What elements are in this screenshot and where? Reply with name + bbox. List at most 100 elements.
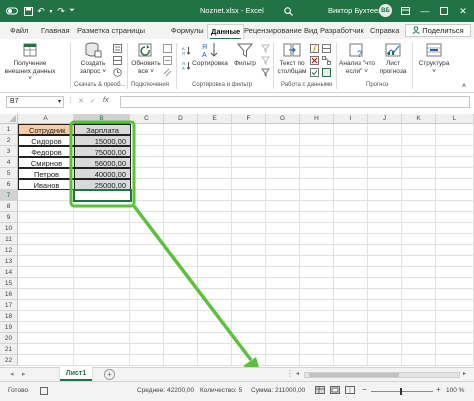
row-header[interactable]: 9: [0, 212, 18, 223]
what-if-analysis-button[interactable]: ? Анализ "что если" ˅: [338, 41, 376, 75]
grid-cell[interactable]: [334, 179, 368, 190]
grid-cell[interactable]: [232, 234, 266, 245]
scroll-left-icon[interactable]: ◂: [296, 370, 299, 377]
close-icon[interactable]: ✕: [456, 4, 470, 18]
grid-cell[interactable]: [232, 278, 266, 289]
grid-cell[interactable]: [74, 344, 130, 355]
grid-cell[interactable]: [368, 322, 402, 333]
grid-cell[interactable]: [436, 278, 474, 289]
grid-cell[interactable]: [198, 311, 232, 322]
grid-cell[interactable]: [368, 278, 402, 289]
grid-cell[interactable]: [368, 289, 402, 300]
grid-cell[interactable]: [130, 124, 164, 135]
grid-cell[interactable]: [436, 157, 474, 168]
grid-cell[interactable]: [130, 333, 164, 344]
grid-cell[interactable]: [74, 256, 130, 267]
grid-cell[interactable]: [266, 201, 300, 212]
grid-cell[interactable]: [368, 333, 402, 344]
grid-cell[interactable]: [368, 300, 402, 311]
grid-cell[interactable]: [436, 333, 474, 344]
grid-cell[interactable]: [198, 322, 232, 333]
grid-cell[interactable]: [300, 124, 334, 135]
grid-cell[interactable]: [130, 289, 164, 300]
grid-cell[interactable]: [368, 190, 402, 201]
flash-fill-icon[interactable]: [310, 44, 319, 53]
grid-cell[interactable]: [334, 190, 368, 201]
sort-ascending-icon[interactable]: AЯ: [182, 46, 191, 56]
function-icon[interactable]: fx: [103, 97, 108, 104]
grid-cell[interactable]: [368, 201, 402, 212]
grid-cell[interactable]: [436, 234, 474, 245]
grid-cell[interactable]: [368, 256, 402, 267]
grid-cell[interactable]: [266, 190, 300, 201]
column-header-e[interactable]: E: [198, 114, 232, 124]
grid-cell[interactable]: [232, 124, 266, 135]
grid-cell[interactable]: [436, 267, 474, 278]
column-header-a[interactable]: A: [18, 114, 74, 124]
grid-cell[interactable]: [130, 256, 164, 267]
grid-cell[interactable]: [334, 201, 368, 212]
grid-cell[interactable]: [334, 256, 368, 267]
grid-cell[interactable]: [402, 157, 436, 168]
column-header-g[interactable]: G: [266, 114, 300, 124]
grid-cell[interactable]: [18, 256, 74, 267]
grid-cell[interactable]: [368, 212, 402, 223]
grid-cell[interactable]: [266, 157, 300, 168]
grid-cell[interactable]: [198, 168, 232, 179]
plus-icon[interactable]: +: [104, 369, 115, 380]
row-header[interactable]: 12: [0, 245, 18, 256]
grid-cell[interactable]: [164, 256, 198, 267]
grid-cell[interactable]: [130, 300, 164, 311]
grid-cell[interactable]: [436, 300, 474, 311]
grid-cell[interactable]: [198, 300, 232, 311]
grid-cell[interactable]: [130, 201, 164, 212]
row-header[interactable]: 16: [0, 289, 18, 300]
grid-cell[interactable]: [402, 267, 436, 278]
grid-cell[interactable]: [368, 223, 402, 234]
grid-cell[interactable]: [198, 212, 232, 223]
grid-cell[interactable]: [266, 234, 300, 245]
grid-cell[interactable]: [300, 245, 334, 256]
grid-cell[interactable]: [232, 267, 266, 278]
grid-cell[interactable]: [164, 124, 198, 135]
column-header-j[interactable]: J: [368, 114, 402, 124]
grid-cell[interactable]: [300, 289, 334, 300]
grid-cell[interactable]: [130, 278, 164, 289]
grid-cell[interactable]: [232, 212, 266, 223]
grid-cell[interactable]: [232, 256, 266, 267]
grid-cell[interactable]: [334, 322, 368, 333]
zoom-slider[interactable]: [371, 388, 433, 395]
status-count[interactable]: Количество: 5: [200, 387, 242, 394]
row-header[interactable]: 19: [0, 322, 18, 333]
edit-links-icon[interactable]: [163, 68, 172, 77]
column-header-c[interactable]: C: [130, 114, 164, 124]
row-header[interactable]: 10: [0, 223, 18, 234]
grid-cell[interactable]: [164, 157, 198, 168]
row-header[interactable]: 21: [0, 344, 18, 355]
grid-cell[interactable]: [300, 333, 334, 344]
grid-cell[interactable]: [198, 201, 232, 212]
grid-cell[interactable]: [130, 168, 164, 179]
grid-cell[interactable]: [334, 135, 368, 146]
grid-cell[interactable]: [368, 245, 402, 256]
grid-cell[interactable]: [130, 344, 164, 355]
search-icon[interactable]: [283, 5, 293, 17]
grid-cell[interactable]: [164, 344, 198, 355]
grid-cell[interactable]: [164, 190, 198, 201]
grid-cell[interactable]: [402, 190, 436, 201]
tab-help[interactable]: Справка: [370, 26, 399, 35]
grid-cell[interactable]: [18, 201, 74, 212]
grid-cell[interactable]: [18, 245, 74, 256]
grid-cell[interactable]: [300, 212, 334, 223]
grid-cell[interactable]: [300, 300, 334, 311]
cell-b4[interactable]: 56000,00: [74, 157, 131, 168]
remove-duplicates-icon[interactable]: [310, 56, 319, 65]
grid-cell[interactable]: [198, 124, 232, 135]
status-average[interactable]: Среднее: 42200,00: [137, 387, 194, 394]
grid-cell[interactable]: [266, 333, 300, 344]
customize-quick-access-icon[interactable]: ⏷: [68, 5, 76, 17]
grid-cell[interactable]: [300, 355, 334, 366]
row-header[interactable]: 4: [0, 157, 18, 168]
grid-cell[interactable]: [266, 311, 300, 322]
row-header[interactable]: 11: [0, 234, 18, 245]
